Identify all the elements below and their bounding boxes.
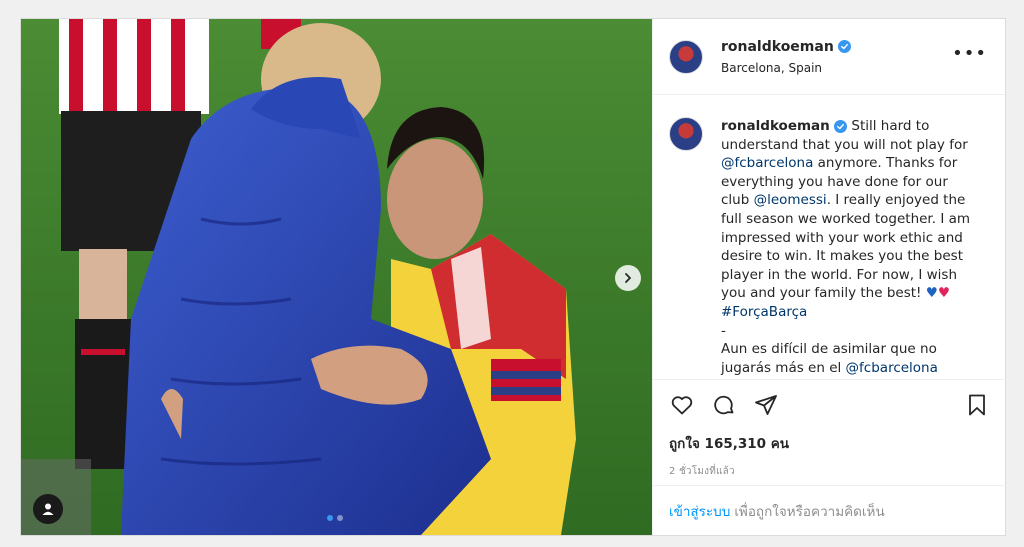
caption-mention-link[interactable]: @leomessi	[754, 192, 827, 208]
avatar[interactable]	[669, 117, 703, 151]
share-button[interactable]	[753, 392, 779, 418]
photo-illustration	[21, 19, 652, 535]
caption-text: ronaldkoeman Still hard to understand th…	[721, 117, 973, 379]
location-link[interactable]: Barcelona, Spain	[721, 61, 851, 75]
verified-icon	[830, 118, 852, 134]
login-prompt-text: เพื่อถูกใจหรือความคิดเห็น	[734, 503, 885, 520]
bookmark-icon	[969, 394, 985, 416]
login-link[interactable]: เข้าสู่ระบบ	[669, 500, 730, 522]
post-header: ronaldkoeman Barcelona, Spain •••	[653, 19, 1005, 95]
next-photo-button[interactable]	[615, 265, 641, 291]
caption-mention-link[interactable]: @fcbarcelona	[846, 360, 938, 376]
share-icon	[755, 395, 777, 415]
carousel-dot	[327, 515, 333, 521]
post-photo[interactable]	[21, 19, 652, 535]
save-button[interactable]	[964, 392, 990, 418]
avatar[interactable]	[669, 39, 703, 74]
caption-mention-link[interactable]: @fcbarcelona	[721, 155, 813, 171]
carousel-indicator	[327, 515, 343, 521]
carousel-dot	[337, 515, 343, 521]
red-heart-emoji: ♥	[937, 285, 950, 302]
caption-section: ronaldkoeman Still hard to understand th…	[653, 95, 1005, 379]
heart-icon	[671, 396, 693, 415]
post-actions: ถูกใจ 165,310 คน 2 ชั่วโมงที่แล้ว	[653, 379, 1006, 479]
comment-icon	[714, 395, 734, 415]
post-sidebar: ronaldkoeman Barcelona, Spain ••• ronald…	[652, 19, 1006, 535]
likes-count[interactable]: ถูกใจ 165,310 คน	[669, 432, 990, 454]
username-link[interactable]: ronaldkoeman	[721, 39, 834, 55]
comment-button[interactable]	[711, 392, 737, 418]
username-row: ronaldkoeman	[721, 39, 851, 55]
more-options-icon[interactable]: •••	[952, 45, 987, 63]
post-dialog: ronaldkoeman Barcelona, Spain ••• ronald…	[20, 18, 1006, 536]
caption-mention-link[interactable]: #ForçaBarça	[721, 304, 807, 320]
caption-username[interactable]: ronaldkoeman	[721, 118, 830, 134]
blue-heart-emoji: ♥	[925, 285, 938, 302]
verified-icon	[837, 40, 851, 53]
login-prompt: เข้าสู่ระบบ เพื่อถูกใจหรือความคิดเห็น	[653, 485, 1006, 535]
user-tag-button[interactable]	[33, 494, 63, 524]
chevron-right-icon	[625, 273, 631, 283]
post-timestamp[interactable]: 2 ชั่วโมงที่แล้ว	[669, 464, 990, 479]
user-tag-icon	[42, 503, 54, 515]
like-button[interactable]	[669, 392, 695, 418]
